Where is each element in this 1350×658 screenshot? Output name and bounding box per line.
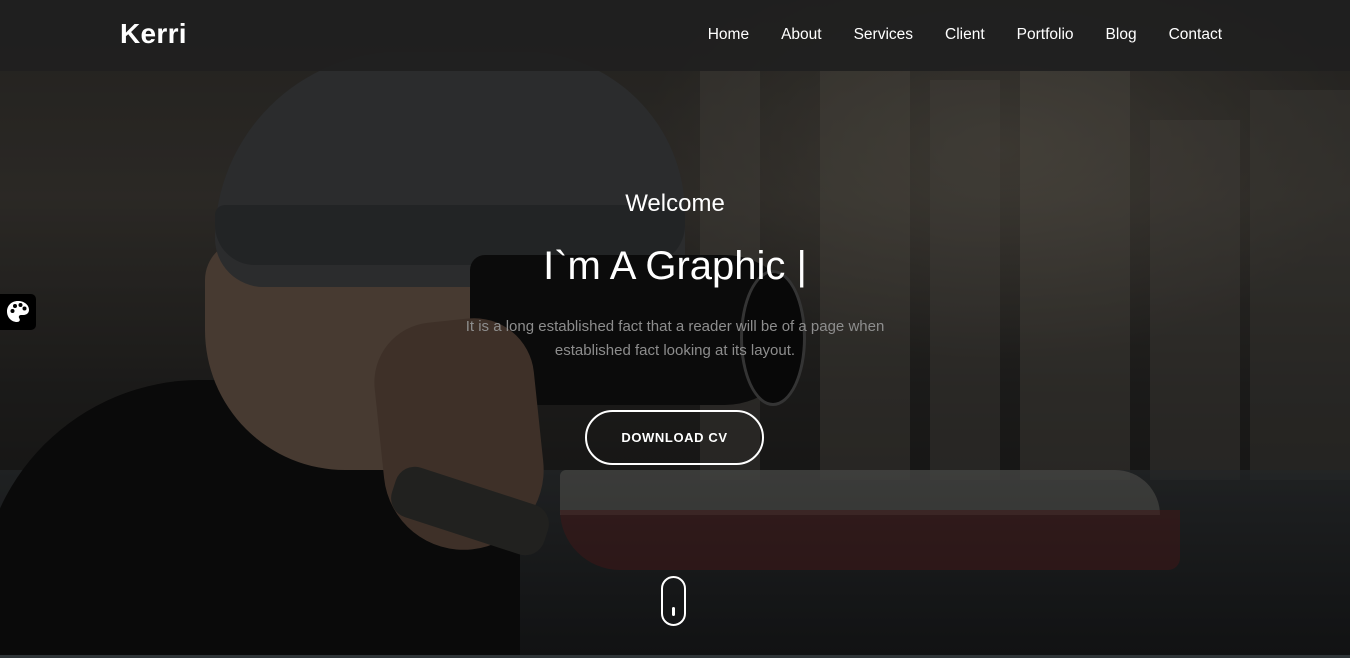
mouse-wheel	[672, 607, 675, 616]
hero-description: It is a long established fact that a rea…	[465, 318, 885, 359]
hero-headline: I`m A Graphic |	[543, 244, 807, 288]
nav-item-blog[interactable]: Blog	[1106, 26, 1137, 44]
nav-item-services[interactable]: Services	[854, 26, 913, 44]
download-cv-button[interactable]: DOWNLOAD CV	[585, 410, 764, 465]
color-switcher-button[interactable]	[0, 294, 36, 330]
main-nav: Home About Services Client Portfolio Blo…	[676, 26, 1222, 44]
nav-item-client[interactable]: Client	[945, 26, 985, 44]
site-header: Kerri Home About Services Client Portfol…	[0, 0, 1350, 71]
hero-welcome: Welcome	[625, 190, 725, 217]
mouse-scroll-icon[interactable]	[661, 576, 686, 626]
nav-item-contact[interactable]: Contact	[1169, 26, 1222, 44]
site-logo[interactable]: Kerri	[120, 18, 187, 50]
nav-item-home[interactable]: Home	[708, 26, 749, 44]
nav-item-about[interactable]: About	[781, 26, 822, 44]
nav-item-portfolio[interactable]: Portfolio	[1017, 26, 1074, 44]
palette-icon	[7, 301, 29, 322]
